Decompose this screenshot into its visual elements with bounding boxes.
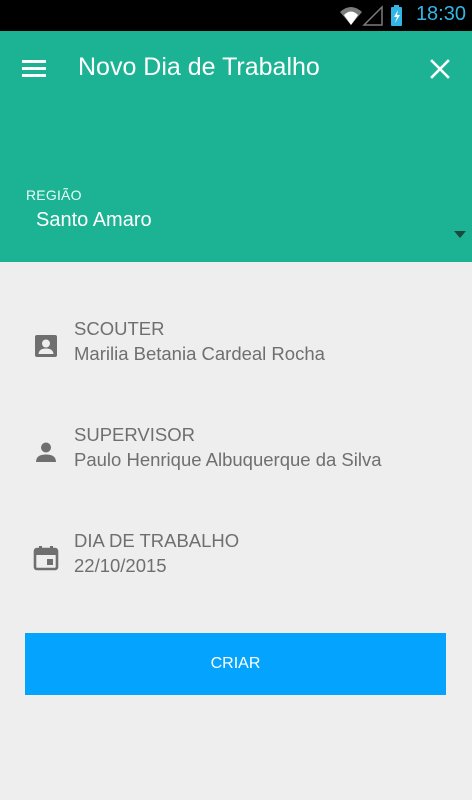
create-button[interactable]: CRIAR [25,633,446,695]
field-label: DIA DE TRABALHO [74,530,240,551]
menu-button[interactable] [18,55,52,83]
dropdown-caret-icon [454,231,466,238]
region-dropdown[interactable]: Santo Amaro [22,207,472,251]
region-value: Santo Amaro [36,209,152,231]
status-time: 18:30 [415,3,466,25]
battery-charging-icon [391,5,402,26]
field-value: 22/10/2015 [74,555,167,576]
app-bar: Novo Dia de Trabalho REGIÃO Santo Amaro [0,31,472,262]
field-value: Paulo Henrique Albuquerque da Silva [74,449,382,470]
close-icon [430,59,450,79]
calendar-icon [33,546,59,571]
page-title: Novo Dia de Trabalho [78,53,320,81]
scouter-field: SCOUTER Marilia Betania Cardeal Rocha [0,318,472,398]
field-value: Marilia Betania Cardeal Rocha [74,343,325,364]
signal-icon [362,5,383,26]
field-label: SCOUTER [74,318,165,339]
contact-card-icon [35,335,57,357]
supervisor-field: SUPERVISOR Paulo Henrique Albuquerque da… [0,424,472,504]
field-label: SUPERVISOR [74,424,195,445]
status-icons-svg [340,5,402,26]
status-icons [338,4,428,28]
close-button[interactable] [424,53,456,85]
region-label: REGIÃO [26,187,82,203]
status-bar: 18:30 [0,0,472,31]
work-day-field[interactable]: DIA DE TRABALHO 22/10/2015 [0,530,472,610]
wifi-icon [340,7,362,25]
person-icon [36,442,56,462]
hamburger-menu-icon [22,60,46,77]
